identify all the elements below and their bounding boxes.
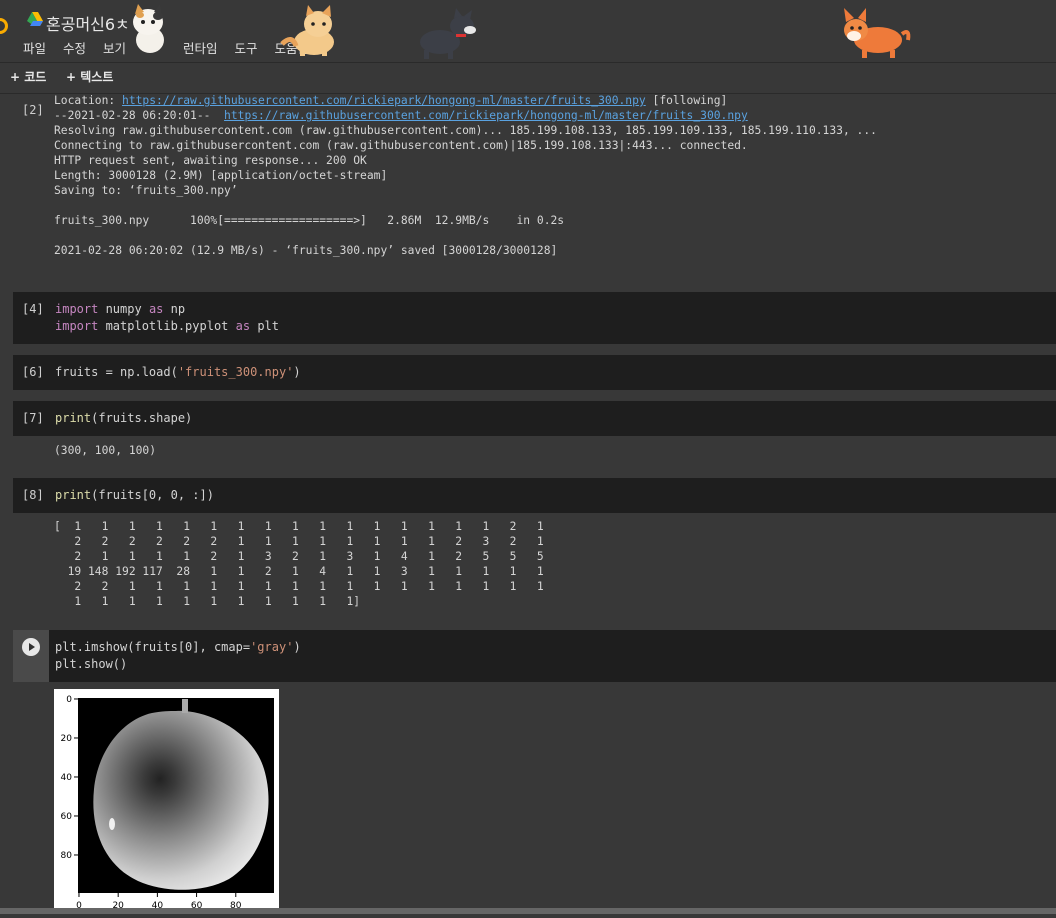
code-keyword: as (235, 319, 251, 333)
header: 혼공머신6ㅊ 파일 수정 보기 삽입 런타임 도구 도움말 (0, 0, 1056, 62)
code-text: ) (293, 365, 301, 379)
cell-8-number: [8] (22, 488, 44, 502)
y-axis-ticks: 0 20 40 60 80 (61, 695, 78, 861)
cell-6-number: [6] (22, 365, 44, 379)
y-tick-label: 60 (61, 812, 73, 822)
output-text: HTTP request sent, awaiting response... … (54, 154, 367, 167)
menu-runtime[interactable]: 런타임 (183, 41, 218, 56)
output-text: 19 148 192 117 28 1 1 2 1 4 1 1 3 1 1 1 … (54, 565, 544, 578)
output-text: --2021-02-28 06:20:01-- (54, 109, 225, 122)
bottom-scrollbar[interactable] (0, 908, 1056, 914)
menu-edit[interactable]: 수정 (63, 41, 86, 56)
cell-7-code[interactable]: print(fruits.shape) (55, 410, 192, 427)
code-text: (fruits[0, 0, :]) (91, 488, 214, 502)
output-text: 2 2 2 2 2 2 1 1 1 1 1 1 1 1 2 3 2 1 (54, 535, 544, 548)
code-string: 'gray' (250, 640, 294, 654)
plot-svg: 0 20 40 60 80 0 20 40 60 80 (61, 695, 274, 911)
menu-file[interactable]: 파일 (23, 41, 46, 56)
output-text: [following] (645, 94, 728, 107)
code-text: np (163, 302, 186, 316)
dog-corgi-sticker-icon (844, 8, 911, 58)
cell-7-number: [7] (22, 411, 44, 425)
add-code-button[interactable]: + 코드 (10, 68, 46, 85)
code-text: (fruits.shape) (91, 411, 193, 425)
code-text: ) (293, 640, 301, 654)
code-keyword: as (148, 302, 164, 316)
output-link[interactable]: https://raw.githubusercontent.com/rickie… (122, 94, 646, 107)
output-text: Saving to: ‘fruits_300.npy’ (54, 184, 238, 197)
output-text: Resolving raw.githubusercontent.com (raw… (54, 124, 877, 137)
code-function: print (55, 488, 92, 502)
code-text: plt.imshow(fruits[0], cmap= (55, 640, 251, 654)
output-text: 2 1 1 1 1 2 1 3 2 1 3 1 4 1 2 5 5 5 (54, 550, 544, 563)
colab-logo-icon[interactable] (0, 18, 8, 34)
cat-calico-sticker-icon (133, 4, 164, 53)
y-tick-label: 40 (61, 773, 73, 783)
cell-7-output: (300, 100, 100) (54, 444, 157, 457)
output-text: 2021-02-28 06:20:02 (12.9 MB/s) - ‘fruit… (54, 244, 558, 257)
google-drive-icon (27, 12, 43, 26)
menu-view[interactable]: 보기 (103, 41, 126, 56)
code-text: matplotlib.pyplot (98, 319, 236, 333)
cell-4-number: [4] (22, 302, 44, 316)
cell-2-number: [2] (22, 103, 44, 117)
apple-highlight (109, 818, 115, 830)
code-keyword: import (55, 319, 99, 333)
output-text: Location: (54, 94, 123, 107)
imshow-plot: 0 20 40 60 80 0 20 40 60 80 (54, 689, 279, 914)
code-text: plt.show() (55, 657, 128, 671)
code-function: print (55, 411, 92, 425)
cat-orange-sticker-icon (280, 5, 334, 56)
code-text: plt (250, 319, 279, 333)
code-string: 'fruits_300.npy' (177, 365, 294, 379)
apple-shape (93, 710, 269, 890)
play-triangle-icon (29, 643, 35, 651)
output-text: Connecting to raw.githubusercontent.com … (54, 139, 748, 152)
notebook-toolbar: + 코드 + 텍스트 (0, 62, 1056, 94)
output-link[interactable]: https://raw.githubusercontent.com/rickie… (224, 109, 748, 122)
cell-8-output: [ 1 1 1 1 1 1 1 1 1 1 1 1 1 1 1 1 2 1 2 … (54, 519, 544, 609)
notebook-title[interactable]: 혼공머신6ㅊ (46, 11, 130, 35)
add-text-button[interactable]: + 텍스트 (66, 68, 113, 85)
cell-2-output: Location: https://raw.githubusercontent.… (54, 93, 877, 258)
cell-8-code[interactable]: print(fruits[0, 0, :]) (55, 487, 214, 504)
output-text: Length: 3000128 (2.9M) [application/octe… (54, 169, 388, 182)
dog-black-sticker-icon (420, 8, 476, 59)
y-tick-label: 0 (66, 695, 72, 705)
active-cell-code[interactable]: plt.imshow(fruits[0], cmap='gray') plt.s… (55, 639, 301, 673)
y-tick-label: 80 (61, 851, 73, 861)
run-cell-button[interactable] (13, 630, 49, 682)
code-text: numpy (98, 302, 149, 316)
apple-stem (182, 699, 188, 713)
code-text: fruits = np.load( (55, 365, 178, 379)
output-text: 2 2 1 1 1 1 1 1 1 1 1 1 1 1 1 1 1 1 (54, 580, 544, 593)
y-tick-label: 20 (61, 734, 73, 744)
output-text: [ 1 1 1 1 1 1 1 1 1 1 1 1 1 1 1 1 2 1 (54, 520, 544, 533)
code-keyword: import (55, 302, 99, 316)
output-text: fruits_300.npy 100%[===================>… (54, 214, 565, 227)
cell-4-code[interactable]: import numpy as np import matplotlib.pyp… (55, 301, 279, 335)
menu-tools[interactable]: 도구 (235, 41, 258, 56)
cell-6-code[interactable]: fruits = np.load('fruits_300.npy') (55, 364, 301, 381)
output-text: 1 1 1 1 1 1 1 1 1 1 1] (54, 595, 361, 608)
